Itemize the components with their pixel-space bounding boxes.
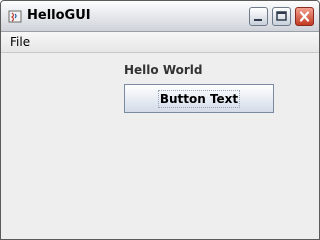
main-button[interactable]: Button Text xyxy=(124,84,274,113)
menu-bar: File xyxy=(1,32,319,53)
minimize-button[interactable] xyxy=(249,7,268,26)
maximize-icon xyxy=(276,11,287,21)
minimize-icon xyxy=(254,19,262,21)
app-window: HelloGUI File Hello World Button Text xyxy=(0,0,320,240)
main-button-label: Button Text xyxy=(157,89,241,108)
window-title: HelloGUI xyxy=(27,8,91,23)
hello-label: Hello World xyxy=(124,63,203,77)
maximize-button[interactable] xyxy=(272,7,291,26)
java-app-icon xyxy=(8,10,22,23)
menu-file[interactable]: File xyxy=(10,35,30,49)
close-button[interactable] xyxy=(295,7,314,26)
close-icon xyxy=(299,11,310,22)
title-bar[interactable]: HelloGUI xyxy=(1,1,319,32)
